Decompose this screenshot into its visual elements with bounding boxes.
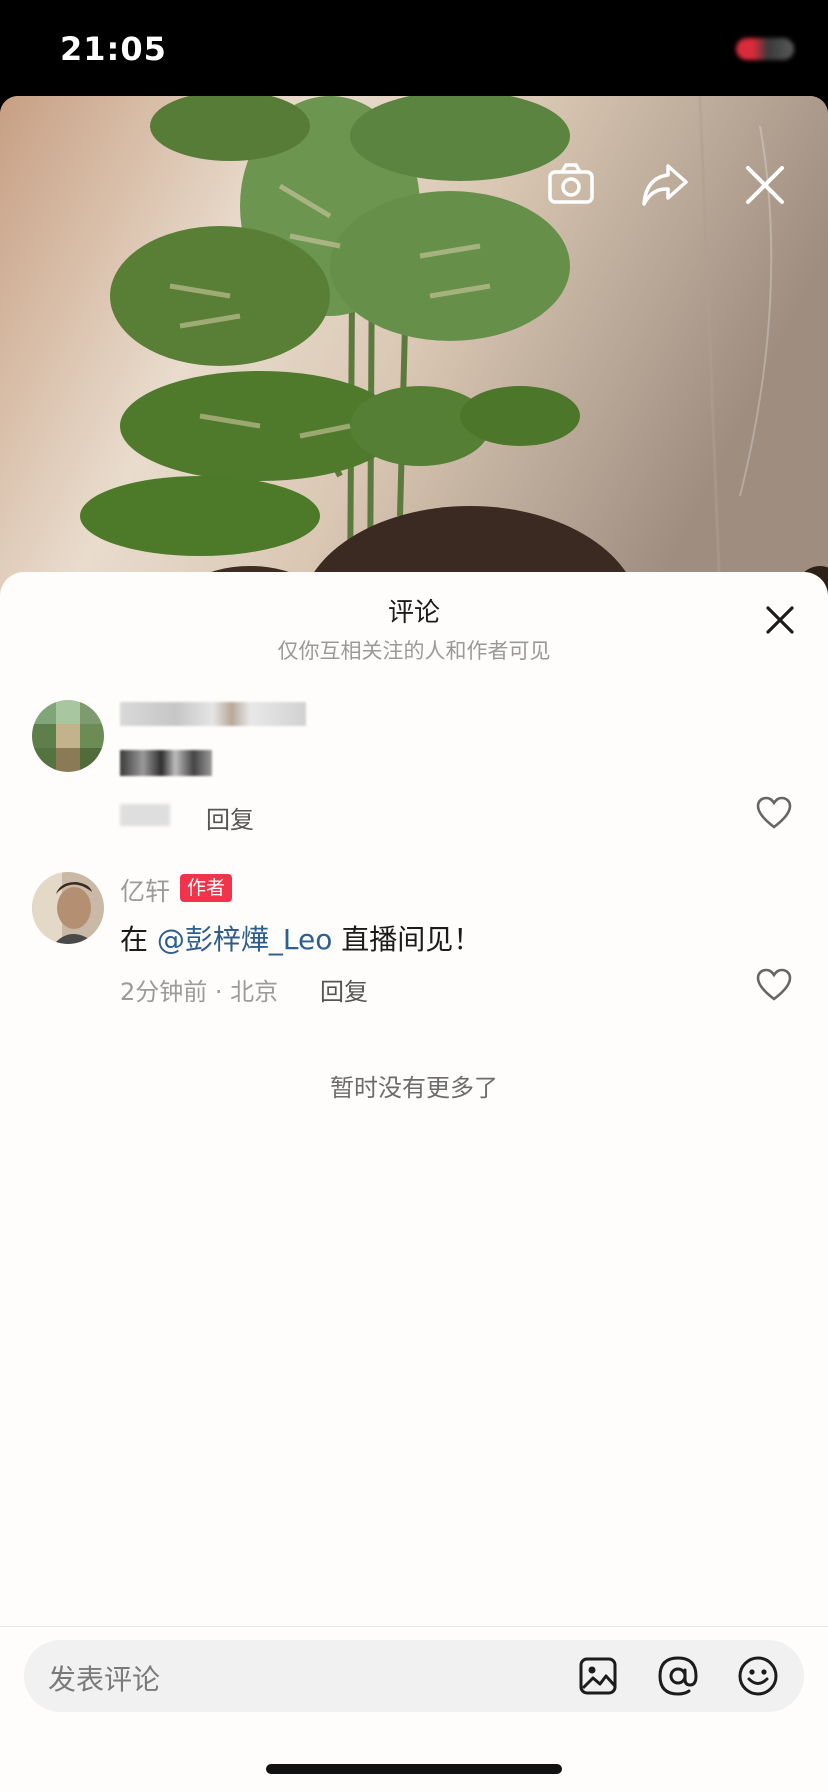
author-name-obscured (120, 702, 306, 726)
comment-input-placeholder: 发表评论 (48, 1663, 161, 1696)
input-divider (0, 1626, 828, 1627)
like-heart-icon[interactable] (756, 968, 792, 1002)
comment-text-suffix: 直播间见！ (332, 923, 482, 956)
author-badge: 作者 (180, 874, 233, 902)
panel-title: 评论 (387, 598, 440, 628)
home-indicator (266, 1764, 562, 1774)
no-more-label: 暂时没有更多了 (330, 1074, 498, 1102)
author-avatar[interactable] (32, 872, 104, 944)
reply-button[interactable]: 回复 (320, 972, 368, 1007)
comment-text-prefix: 在 (120, 923, 157, 956)
post-photo (0, 96, 828, 596)
comment-text: 在 @彭梓燁_Leo 直播间见！ (120, 918, 481, 958)
close-icon[interactable] (738, 158, 792, 212)
panel-subtitle: 仅你互相关注的人和作者可见 (277, 639, 551, 663)
photo-scene (0, 96, 828, 596)
comment-text-obscured (120, 750, 212, 776)
status-indicators (736, 38, 794, 60)
camera-icon[interactable] (544, 158, 598, 212)
share-icon[interactable] (638, 158, 692, 212)
comments-panel: 评论 仅你互相关注的人和作者可见 回复 亿轩 作者 在 @彭梓燁_Leo 直播间… (0, 572, 828, 1792)
mention-link[interactable]: @彭梓燁_Leo (157, 923, 332, 956)
emoji-icon[interactable] (736, 1654, 780, 1698)
avatar[interactable] (32, 700, 104, 772)
image-icon[interactable] (576, 1654, 620, 1698)
comment-author[interactable]: 亿轩 (120, 872, 170, 908)
panel-close-icon[interactable] (762, 602, 798, 638)
status-bar: 21:05 (0, 0, 828, 96)
comment-input[interactable]: 发表评论 (24, 1640, 804, 1712)
at-icon[interactable] (656, 1654, 700, 1698)
comment-meta-obscured (120, 804, 170, 826)
comment-time-location: 2分钟前 · 北京 (120, 978, 279, 1006)
like-heart-icon[interactable] (756, 796, 792, 830)
status-time: 21:05 (60, 30, 167, 68)
reply-button[interactable]: 回复 (206, 800, 254, 835)
